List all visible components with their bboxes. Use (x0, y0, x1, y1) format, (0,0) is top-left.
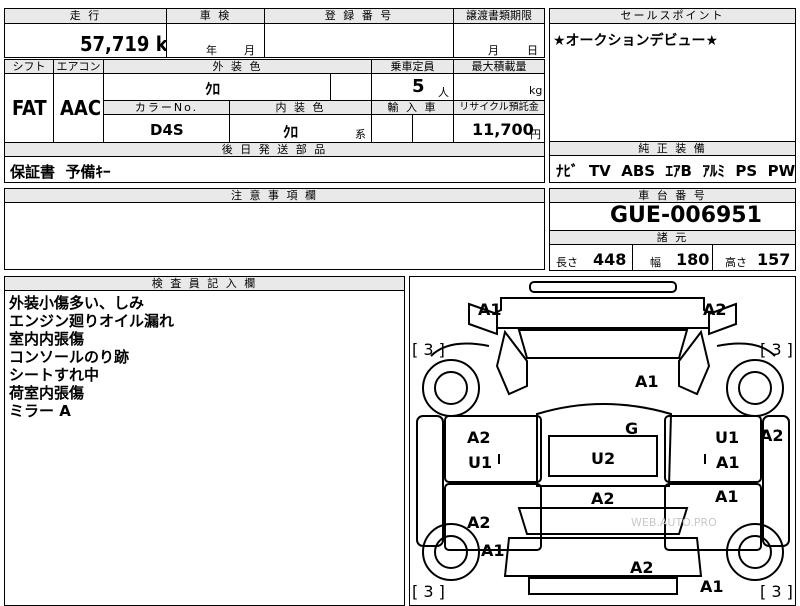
equipment-value: ﾅﾋﾞ TV ABS ｴｱB ｱﾙﾐ PS PW (556, 162, 796, 180)
damage-mark: A2 (467, 513, 491, 532)
interior-color-suffix: 系 (355, 128, 366, 141)
inspector-line: シートすれ中 (9, 366, 100, 384)
inspector-line: コンソールのり跡 (9, 348, 130, 366)
inspector-line: 室内内張傷 (9, 330, 85, 348)
inspection-label: 車 検 (166, 8, 265, 24)
sales-point-box (549, 8, 796, 142)
damage-mark: [ 3 ] (412, 582, 445, 601)
damage-mark: A1 (481, 541, 505, 560)
damage-mark: A2 (591, 489, 615, 508)
recycle-label: リサイクル預託金 (453, 100, 545, 115)
damage-mark: G (625, 419, 639, 438)
transfer-label: 譲渡書類期限 (453, 8, 545, 24)
max-load-label: 最大積載量 (453, 59, 545, 74)
recycle-unit: 円 (530, 128, 541, 141)
width-label: 幅 (650, 256, 661, 269)
exterior-color-label: 外 装 色 (103, 59, 372, 74)
mileage-number: 57,719 (80, 32, 150, 56)
import-label: 輸 入 車 (371, 100, 454, 115)
interior-color-label: 内 装 色 (229, 100, 372, 115)
color-no-value: D4S (150, 121, 184, 139)
inspector-lines: 外装小傷多い、しみ エンジン廻りオイル漏れ 室内内張傷 コンソールのり跡 シート… (9, 294, 174, 420)
registration-label: 登 録 番 号 (264, 8, 454, 24)
damage-mark: A2 (760, 426, 784, 445)
mileage-label: 走 行 (4, 8, 167, 24)
damage-mark: A2 (467, 428, 491, 447)
ac-value: AAC (60, 96, 102, 120)
inspector-line: エンジン廻りオイル漏れ (9, 312, 175, 330)
shift-label: シフト (4, 59, 54, 74)
transfer-day-unit: 日 (527, 44, 538, 57)
damage-mark: U2 (591, 449, 616, 468)
inspector-line: ミラー A (9, 402, 71, 420)
damage-mark: A1 (700, 577, 724, 596)
chassis-value: GUE-006951 (610, 203, 762, 228)
ac-label: エアコン (53, 59, 104, 74)
inspector-line: 荷室内張傷 (9, 384, 85, 402)
damage-mark: [ 3 ] (760, 582, 793, 601)
equipment-label: 純 正 装 備 (549, 141, 796, 156)
capacity-value: 5 (412, 76, 425, 97)
damage-mark: U1 (468, 453, 493, 472)
sales-point-label: セールスポイント (549, 8, 796, 24)
damage-mark: A1 (715, 487, 739, 506)
shift-value: FAT (12, 96, 47, 120)
damage-mark: A2 (703, 300, 727, 319)
parts-label: 後 日 発 送 部 品 (4, 142, 545, 157)
length-label: 長さ (556, 256, 578, 269)
inspection-year-unit: 年 (206, 44, 217, 57)
capacity-label: 乗車定員 (371, 59, 454, 74)
interior-color-value: ｸﾛ (283, 123, 299, 141)
chassis-label: 車 台 番 号 (549, 188, 796, 203)
damage-mark: A1 (635, 372, 659, 391)
damage-mark: [ 3 ] (412, 340, 445, 359)
exterior-color-value: ｸﾛ (205, 80, 221, 98)
dims-label: 諸 元 (549, 230, 796, 245)
recycle-value: 11,700 (472, 120, 534, 139)
diagram-watermark: WEB.AUTO.PRO (631, 516, 717, 529)
inspector-label: 検 査 員 記 入 欄 (4, 276, 405, 291)
transfer-month-unit: 月 (488, 44, 499, 57)
inspector-line: 外装小傷多い、しみ (9, 294, 145, 312)
inspection-month-unit: 月 (244, 44, 255, 57)
damage-mark: A1 (716, 453, 740, 472)
color-no-label: カラーNo. (103, 100, 230, 115)
height-value: 157 (757, 250, 791, 269)
height-label: 高さ (725, 256, 747, 269)
capacity-unit: 人 (438, 86, 449, 99)
damage-mark: [ 3 ] (760, 340, 793, 359)
parts-value: 保証書 予備ｷｰ (10, 163, 111, 181)
damage-mark: A2 (630, 558, 654, 577)
width-value: 180 (676, 250, 710, 269)
sales-point-text: ★オークションデビュー★ (553, 33, 719, 49)
damage-mark: A1 (478, 300, 502, 319)
max-load-unit: kg (529, 84, 543, 97)
length-value: 448 (593, 250, 627, 269)
damage-mark: U1 (715, 428, 740, 447)
notes-label: 注 意 事 項 欄 (4, 188, 545, 203)
